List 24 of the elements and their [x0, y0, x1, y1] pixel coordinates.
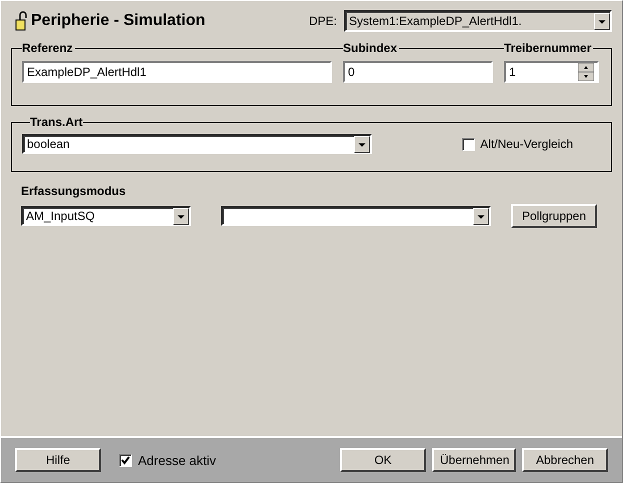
text-field[interactable]: ExampleDP_AlertHdl1 [22, 61, 332, 83]
pollgruppen-button[interactable]: Pollgruppen [511, 204, 597, 228]
checkbox[interactable] [119, 454, 132, 466]
window-title: Peripherie - Simulation [31, 12, 206, 30]
spin-field[interactable]: 1 [504, 61, 599, 83]
lock-icon [15, 11, 27, 31]
checkbox-label: Alt/Neu-Vergleich [480, 137, 573, 151]
dialog-button[interactable]: Übernehmen [432, 448, 516, 472]
checkbox[interactable] [462, 138, 476, 150]
mode-dropdown[interactable]: AM_InputSQ [21, 206, 191, 226]
field-label: Subindex [343, 41, 400, 55]
checkbox-label: Adresse aktiv [138, 452, 216, 468]
dpe-dropdown[interactable]: System1:ExampleDP_AlertHdl1. [344, 10, 612, 32]
poll-dropdown[interactable] [221, 206, 491, 226]
dialog-button[interactable]: OK [340, 448, 426, 472]
help-button[interactable]: Hilfe [15, 448, 101, 472]
field-label: Treibernummer [504, 41, 594, 55]
group-label: Trans.Art [30, 115, 83, 129]
field-label: Referenz [22, 41, 75, 55]
dialog-button[interactable]: Abbrechen [522, 448, 608, 472]
text-field[interactable]: 0 [343, 61, 493, 83]
trans-art-dropdown[interactable]: boolean [22, 134, 372, 154]
spin-arrows-icon [578, 63, 594, 81]
dpe-label: DPE: [308, 14, 337, 28]
